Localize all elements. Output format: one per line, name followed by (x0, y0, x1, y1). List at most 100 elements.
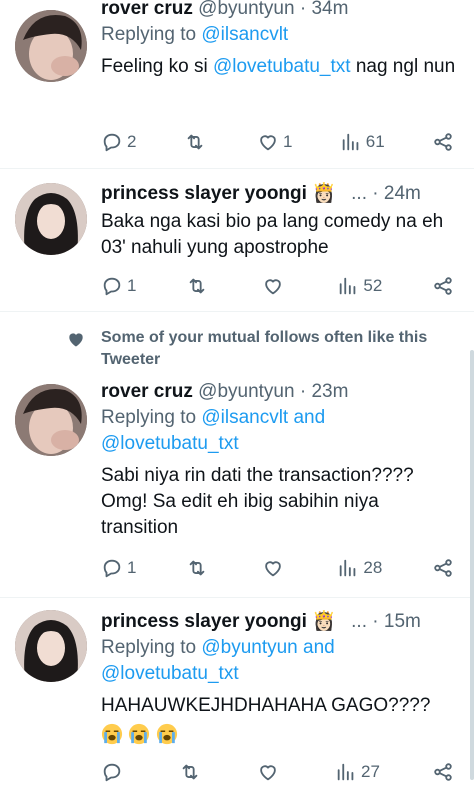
avatar-image (15, 10, 87, 82)
share-icon (434, 559, 452, 577)
handle[interactable]: @byuntyun (198, 0, 294, 19)
reply-count: 1 (127, 276, 137, 295)
avatar[interactable] (15, 384, 87, 456)
retweet-icon (189, 560, 205, 576)
emoji-row (101, 723, 464, 749)
replying-to-label: Replying to (101, 407, 202, 428)
tweet-header: princess slayer yoongi 👸🏻 ... · 15m (101, 610, 464, 634)
timestamp[interactable]: · 34m (300, 0, 349, 19)
loudly-crying-face-icon (101, 723, 123, 745)
reply-icon (103, 559, 121, 578)
reply-button[interactable]: 2 (101, 131, 136, 153)
share-icon (434, 133, 452, 151)
tweet-header: princess slayer yoongi 👸🏻 ... · 24m (101, 182, 464, 206)
reply-icon (103, 133, 121, 152)
tweet-text-part: nag ngl nun (350, 56, 456, 77)
handle[interactable]: @byuntyun (198, 381, 294, 402)
views-icon (340, 559, 356, 577)
reply-mention-link[interactable]: @byuntyun and (201, 637, 334, 658)
tweet-text: Baka nga kasi bio pa lang comedy na eh 0… (101, 211, 444, 258)
tweet[interactable]: princess slayer yoongi 👸🏻 ... · 15m Repl… (0, 598, 474, 793)
retweet-button[interactable] (186, 275, 212, 297)
heart-icon (260, 135, 276, 151)
views-button[interactable]: 28 (337, 557, 382, 579)
tweet-actions: 27 (101, 759, 454, 785)
tweet-actions: 1 52 (101, 273, 454, 299)
timestamp[interactable]: · 24m (372, 183, 421, 204)
retweet-button[interactable] (186, 557, 212, 579)
tweet[interactable]: rover cruz @byuntyun · 23m Replying to @… (0, 372, 474, 597)
reply-button[interactable] (101, 761, 127, 783)
name-badge: 👸🏻 (312, 611, 336, 632)
avatar-image (15, 610, 87, 682)
views-icon (342, 133, 359, 151)
reply-count: 1 (127, 558, 137, 577)
heart-icon (260, 765, 276, 781)
like-button[interactable] (257, 761, 283, 783)
tweet-text: Sabi niya rin dati the transaction???? O… (101, 465, 414, 538)
reply-icon (103, 277, 121, 296)
avatar[interactable] (15, 183, 87, 255)
retweet-button[interactable] (179, 761, 205, 783)
retweet-button[interactable] (184, 131, 210, 153)
views-button[interactable]: 61 (340, 131, 385, 153)
retweet-icon (189, 278, 205, 294)
tweet-actions: 1 28 (101, 555, 454, 581)
heart-icon (264, 561, 281, 577)
retweet-icon (182, 764, 198, 780)
social-context-text: Some of your mutual follows often like t… (101, 329, 428, 368)
tweet-text: Feeling ko si @lovetubatu_txt nag ngl nu… (101, 54, 464, 80)
reply-mention-link[interactable]: @lovetubatu_txt (101, 663, 239, 684)
views-count: 61 (365, 132, 385, 151)
views-count: 52 (363, 276, 383, 295)
replying-to: Replying to @ilsancvlt and @lovetubatu_t… (101, 405, 464, 457)
avatar-image (15, 183, 87, 255)
reply-count: 2 (127, 132, 137, 151)
avatar[interactable] (15, 610, 87, 682)
tweet-header: rover cruz @byuntyun · 23m (101, 380, 464, 404)
share-button[interactable] (432, 131, 454, 153)
reply-mention-link[interactable]: @lovetubatu_txt (101, 433, 239, 454)
like-button[interactable]: 1 (257, 131, 293, 153)
scrollbar[interactable] (470, 350, 474, 780)
reply-icon (103, 763, 121, 782)
name-badge: 👸🏻 (312, 183, 336, 204)
views-count: 27 (361, 762, 380, 781)
heart-icon (69, 333, 83, 347)
display-name[interactable]: rover cruz (101, 381, 193, 402)
tweet-actions: 2 1 61 (101, 129, 454, 155)
reply-button[interactable]: 1 (101, 275, 136, 297)
mention-link[interactable]: @lovetubatu_txt (213, 56, 351, 77)
tweet-header: rover cruz @byuntyun · 34m (101, 0, 464, 21)
like-button[interactable] (262, 557, 288, 579)
tweet[interactable]: rover cruz @byuntyun · 34m Replying to @… (0, 0, 474, 168)
tweet[interactable]: princess slayer yoongi 👸🏻 ... · 24m Baka… (0, 169, 474, 311)
share-icon (434, 763, 452, 781)
timestamp[interactable]: · 23m (300, 381, 349, 402)
loudly-crying-face-icon (129, 723, 150, 745)
avatar-image (15, 384, 87, 456)
views-icon (340, 277, 356, 295)
replying-to: Replying to @ilsancvlt (101, 22, 464, 48)
display-name[interactable]: rover cruz (101, 0, 193, 19)
heart-icon (264, 279, 281, 295)
views-button[interactable]: 52 (337, 275, 382, 297)
share-button[interactable] (432, 275, 454, 297)
share-button[interactable] (432, 557, 454, 579)
reply-mention-link[interactable]: @ilsancvlt (201, 24, 288, 45)
views-button[interactable]: 27 (335, 761, 380, 783)
timestamp[interactable]: · 15m (372, 611, 421, 632)
tweet-text-part: Feeling ko si (101, 56, 213, 77)
views-count: 28 (363, 558, 383, 577)
display-name[interactable]: princess slayer yoongi (101, 183, 307, 204)
reply-mention-link[interactable]: @ilsancvlt and (201, 407, 325, 428)
replying-to: Replying to @byuntyun and @lovetubatu_tx… (101, 635, 464, 687)
avatar[interactable] (15, 10, 87, 82)
tweet-text-line: HAHAUWKEJHDHAHAHA GAGO???? (101, 695, 431, 716)
share-button[interactable] (432, 761, 454, 783)
display-name[interactable]: princess slayer yoongi (101, 611, 307, 632)
like-count: 1 (283, 132, 293, 151)
ellipsis: ... (351, 183, 367, 204)
reply-button[interactable]: 1 (101, 557, 136, 579)
like-button[interactable] (262, 275, 288, 297)
